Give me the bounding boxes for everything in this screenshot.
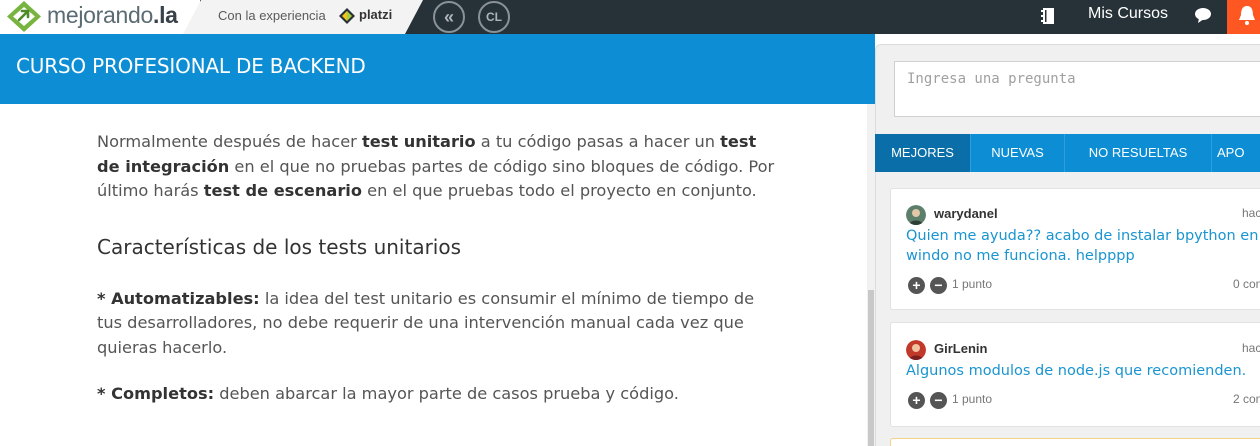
notebook-icon[interactable] [1040, 7, 1056, 25]
tab-aportes[interactable]: APO [1212, 134, 1260, 172]
tab-mejores[interactable]: MEJORES [875, 134, 971, 172]
avatar [906, 340, 926, 360]
with-experience-label: Con la experiencia [218, 8, 326, 23]
question-input-placeholder: Ingresa una pregunta [907, 71, 1076, 87]
question-time: hac [1242, 341, 1260, 355]
course-title[interactable]: CURSO PROFESIONAL DE BACKEND [16, 54, 366, 78]
question-title[interactable]: Algunos modulos de node.js que recomiend… [906, 361, 1260, 381]
cl-button[interactable]: CL [478, 1, 510, 33]
content-scrollbar-thumb[interactable] [868, 290, 874, 446]
question-author[interactable]: warydanel [934, 206, 998, 221]
site-logo-text[interactable]: mejorando.la [47, 2, 178, 29]
minus-icon: − [934, 277, 943, 293]
vote-up-button[interactable]: + [908, 277, 925, 294]
completos-paragraph: * Completos: deben abarcar la mayor part… [97, 384, 679, 403]
plus-icon: + [912, 277, 921, 293]
chat-bubble-icon[interactable] [1194, 6, 1212, 24]
my-courses-link[interactable]: Mis Cursos [1088, 5, 1168, 23]
bell-icon[interactable] [1237, 4, 1257, 26]
automatizables-paragraph: * Automatizables: la idea del test unita… [97, 288, 755, 357]
question-time: hac [1242, 206, 1260, 220]
question-title[interactable]: Quien me ayuda?? acabo de instalar bpyth… [906, 226, 1260, 266]
plus-icon: + [912, 392, 921, 408]
course-header: CURSO PROFESIONAL DE BACKEND [0, 34, 875, 104]
lesson-content: Normalmente después de hacer test unitar… [97, 130, 777, 407]
question-author[interactable]: GirLenin [934, 341, 987, 356]
vote-down-button[interactable]: − [930, 392, 947, 409]
rewind-course-button[interactable]: « [433, 1, 465, 33]
question-card[interactable] [890, 438, 1260, 446]
tab-nuevas[interactable]: NUEVAS [971, 134, 1065, 172]
avatar [906, 205, 926, 225]
platzi-logo-icon [339, 8, 355, 24]
top-navigation-bar: mejorando.la Con la experiencia platzi «… [0, 0, 1260, 34]
question-comments[interactable]: 2 con [1233, 392, 1260, 406]
double-chevron-left-icon: « [443, 6, 454, 27]
question-comments[interactable]: 0 con [1233, 277, 1260, 291]
questions-tabs: MEJORES NUEVAS NO RESUELTAS APO [875, 134, 1260, 172]
mejorando-logo-icon[interactable] [6, 0, 42, 33]
minus-icon: − [934, 392, 943, 408]
question-points: 1 punto [952, 277, 993, 291]
question-input[interactable]: Ingresa una pregunta [894, 61, 1260, 117]
tab-no-resueltas[interactable]: NO RESUELTAS [1065, 134, 1212, 172]
intro-paragraph: Normalmente después de hacer test unitar… [97, 132, 775, 200]
question-points: 1 punto [952, 392, 993, 406]
platzi-label: platzi [359, 7, 393, 22]
question-card[interactable]: GirLenin hac Algunos modulos de node.js … [890, 322, 1260, 427]
cl-label: CL [486, 10, 502, 24]
vote-up-button[interactable]: + [908, 392, 925, 409]
section-heading: Características de los tests unitarios [97, 234, 462, 259]
question-card[interactable]: warydanel hac Quien me ayuda?? acabo de … [890, 188, 1260, 310]
vote-down-button[interactable]: − [930, 277, 947, 294]
